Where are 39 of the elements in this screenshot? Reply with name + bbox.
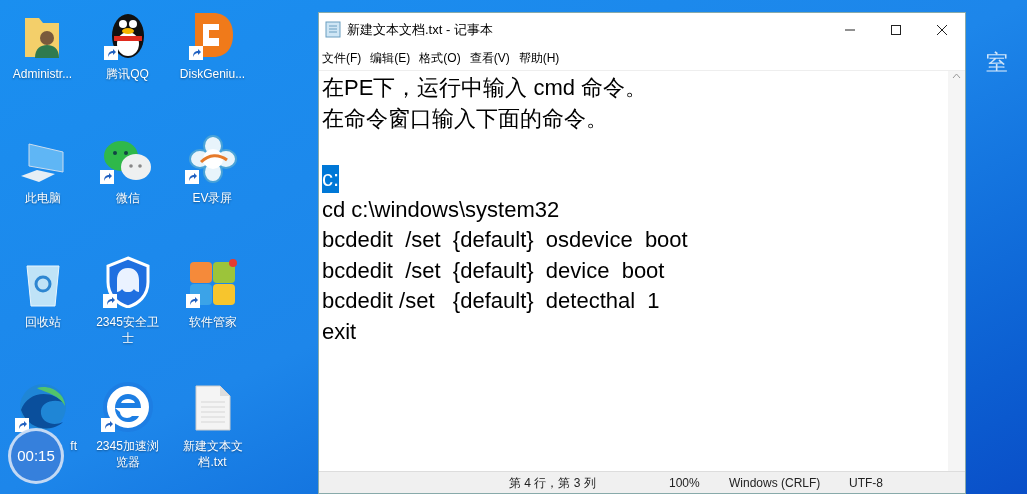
status-text: Windows (CRLF) bbox=[729, 474, 822, 492]
desktop-icon-label[interactable]: EV录屏 bbox=[192, 190, 233, 206]
status-text: 100% bbox=[669, 474, 701, 492]
desktop-icon-label[interactable]: 新建文本文档.txt bbox=[177, 438, 248, 470]
menu-item[interactable]: 格式(O) bbox=[419, 49, 461, 67]
desktop-icon-label[interactable]: 回收站 bbox=[24, 314, 61, 330]
maximize-icon bbox=[890, 23, 902, 36]
menu-item[interactable]: 查看(V) bbox=[469, 49, 510, 67]
tiles-icon bbox=[187, 258, 238, 308]
window-title: 新建文本文档.txt - 记事本 bbox=[347, 20, 493, 39]
menu-item[interactable]: 文件(F) bbox=[322, 49, 362, 67]
desktop-icon-label[interactable]: DiskGeniu... bbox=[179, 66, 246, 82]
text-line: 在命令窗口输入下面的命令。 bbox=[322, 104, 608, 133]
text-line: bcdedit /set {default} detecthal 1 bbox=[322, 287, 660, 316]
text-line: bcdedit /set {default} osdevice boot bbox=[322, 226, 688, 255]
vertical-scrollbar[interactable] bbox=[948, 71, 965, 471]
notepad-icon bbox=[325, 21, 341, 38]
desktop-icon-label[interactable]: 此电脑 bbox=[24, 190, 61, 206]
desktop-icon-label[interactable]: ft bbox=[70, 438, 77, 454]
wallpaper-text: 室 bbox=[985, 49, 1008, 77]
scroll-up-icon[interactable] bbox=[952, 73, 961, 79]
status-text: 第 4 行，第 3 列 bbox=[508, 474, 597, 492]
desktop-icon-label[interactable]: 微信 bbox=[115, 190, 140, 206]
recording-timer: 00:15 bbox=[8, 428, 64, 484]
close-icon bbox=[936, 23, 948, 36]
browser-e-icon bbox=[102, 382, 153, 432]
desktop-icon-label[interactable]: Administr... bbox=[12, 66, 73, 82]
text-line: 在PE下，运行中输入 cmd 命令。 bbox=[322, 74, 648, 103]
shield-icon bbox=[104, 256, 151, 308]
menu-item[interactable]: 帮助(H) bbox=[518, 49, 560, 67]
text-line: exit bbox=[322, 317, 357, 346]
text-line: bcdedit /set {default} device boot bbox=[322, 256, 665, 285]
menu-item[interactable]: 编辑(E) bbox=[370, 49, 411, 67]
desktop-icon-label[interactable]: 软件管家 bbox=[188, 314, 237, 330]
text-line: cd c:\windows\system32 bbox=[322, 195, 560, 224]
status-text: UTF-8 bbox=[849, 474, 884, 492]
desktop-icon-label[interactable]: 2345安全卫士 bbox=[92, 314, 163, 346]
desktop-icon-label[interactable]: 腾讯QQ bbox=[106, 66, 149, 82]
desktop-icon-label[interactable]: 2345加速浏览器 bbox=[92, 438, 163, 470]
